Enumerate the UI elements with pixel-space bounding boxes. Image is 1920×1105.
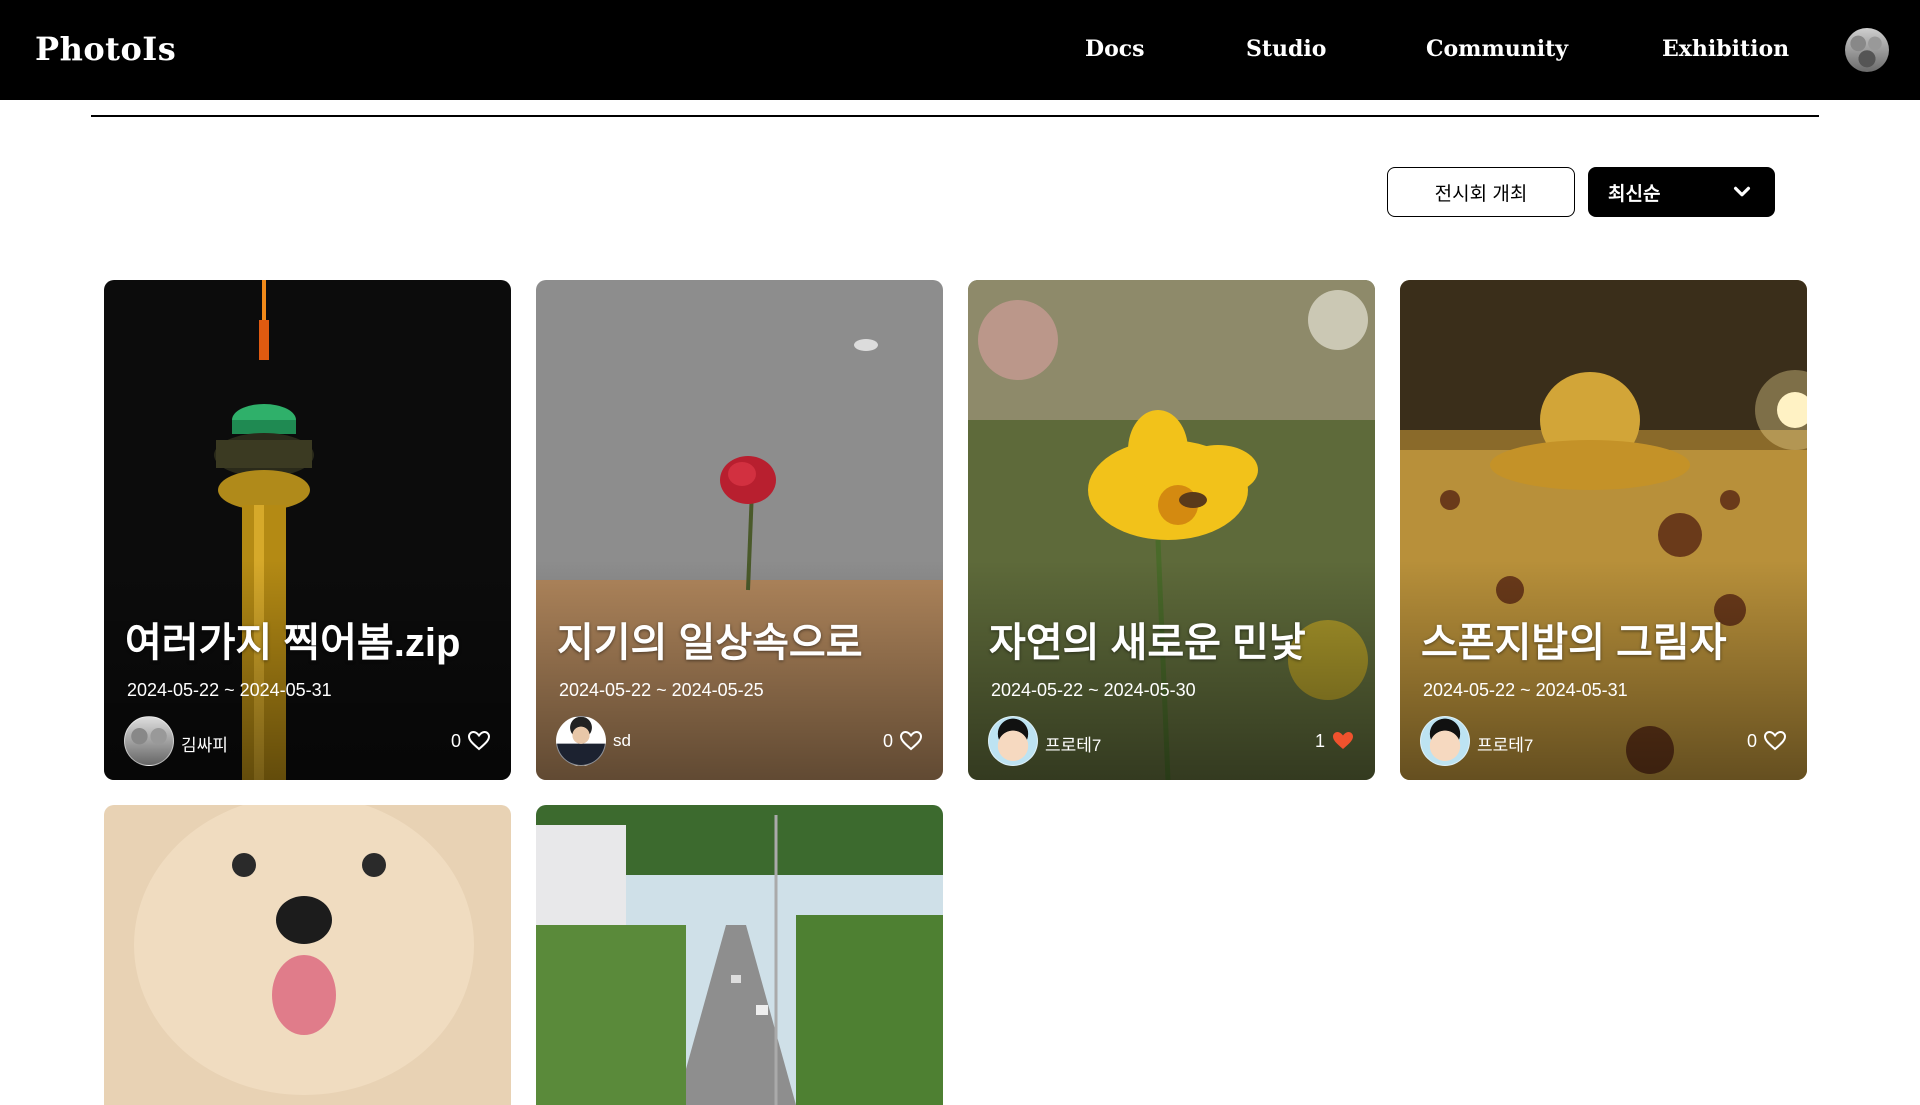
sort-dropdown-value: 최신순 <box>1608 183 1661 205</box>
card-dates: 2024-05-22 ~ 2024-05-30 <box>991 680 1196 700</box>
card-dates: 2024-05-22 ~ 2024-05-31 <box>127 680 332 700</box>
like-count: 0 <box>450 730 461 751</box>
author-name[interactable]: 프로테7 <box>1045 731 1101 756</box>
like-count: 0 <box>1746 730 1757 751</box>
heart-outline-icon[interactable] <box>899 729 923 753</box>
card-title: 여러가지 찍어봄.zip <box>125 621 461 665</box>
nav-exhibition[interactable]: Exhibition <box>1662 36 1789 62</box>
author-avatar[interactable] <box>1420 716 1470 766</box>
site-logo[interactable]: PhotoIs <box>35 30 176 68</box>
card-dates: 2024-05-22 ~ 2024-05-31 <box>1423 680 1628 700</box>
author-name[interactable]: 프로테7 <box>1477 731 1533 756</box>
like-count: 0 <box>882 730 893 751</box>
exhibition-card[interactable] <box>536 805 943 1105</box>
author-avatar[interactable] <box>124 716 174 766</box>
host-exhibition-button[interactable]: 전시회 개최 <box>1387 167 1575 217</box>
author-name[interactable]: sd <box>613 731 631 751</box>
heart-outline-icon[interactable] <box>467 729 491 753</box>
card-title: 자연의 새로운 민낯 <box>989 621 1306 665</box>
card-image <box>536 805 943 1105</box>
nav-community[interactable]: Community <box>1426 36 1568 62</box>
like-counter[interactable]: 0 <box>1747 729 1787 753</box>
like-counter[interactable]: 0 <box>451 729 491 753</box>
author-name[interactable]: 김싸피 <box>181 731 228 756</box>
card-title: 지기의 일상속으로 <box>557 621 863 665</box>
exhibition-card[interactable]: 자연의 새로운 민낯 2024-05-22 ~ 2024-05-30 프로테7 … <box>968 280 1375 780</box>
heart-filled-icon[interactable] <box>1331 729 1355 753</box>
card-dates: 2024-05-22 ~ 2024-05-25 <box>559 680 764 700</box>
heart-outline-icon[interactable] <box>1763 729 1787 753</box>
header-divider <box>91 115 1819 117</box>
card-title: 스폰지밥의 그림자 <box>1421 621 1727 665</box>
top-navbar: PhotoIs Docs Studio Community Exhibition <box>0 0 1920 100</box>
author-avatar[interactable] <box>988 716 1038 766</box>
author-avatar[interactable] <box>556 716 606 766</box>
like-counter[interactable]: 0 <box>883 729 923 753</box>
like-counter[interactable]: 1 <box>1315 729 1355 753</box>
sort-dropdown[interactable]: 최신순 <box>1588 167 1775 217</box>
nav-studio[interactable]: Studio <box>1246 36 1326 62</box>
exhibition-card[interactable] <box>104 805 511 1105</box>
chevron-down-icon <box>1733 186 1751 197</box>
nav-docs[interactable]: Docs <box>1085 36 1145 62</box>
like-count: 1 <box>1314 730 1325 751</box>
exhibition-card[interactable]: 지기의 일상속으로 2024-05-22 ~ 2024-05-25 sd 0 <box>536 280 943 780</box>
exhibition-card[interactable]: 여러가지 찍어봄.zip 2024-05-22 ~ 2024-05-31 김싸피… <box>104 280 511 780</box>
exhibition-card[interactable]: 스폰지밥의 그림자 2024-05-22 ~ 2024-05-31 프로테7 0 <box>1400 280 1807 780</box>
card-image <box>104 805 511 1105</box>
user-avatar[interactable] <box>1845 28 1889 72</box>
